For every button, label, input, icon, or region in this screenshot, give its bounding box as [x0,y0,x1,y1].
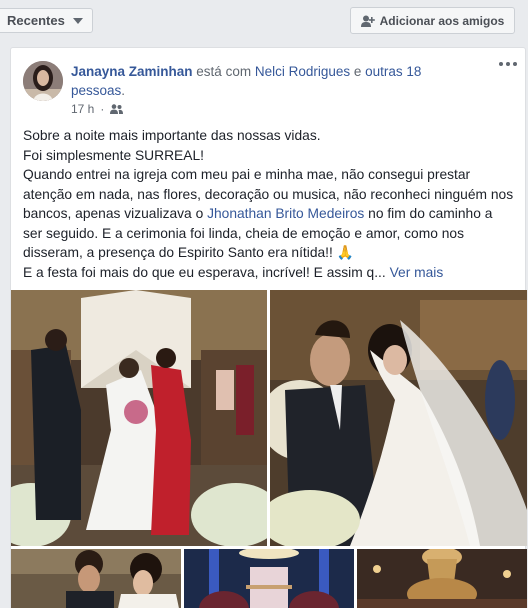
with-text: está com [192,64,255,79]
chevron-down-icon [72,17,83,24]
meta-separator: · [100,102,105,116]
post-photo[interactable] [270,290,527,546]
author-name-link[interactable]: Janayna Zaminhan [71,64,193,79]
feed-post: Janayna Zaminhan está com Nelci Rodrigue… [10,47,527,608]
feed-sort-label: Recentes [7,13,65,28]
feed-sort-dropdown[interactable]: Recentes [0,8,93,33]
avatar[interactable] [23,61,63,101]
tagged-friend-link[interactable]: Nelci Rodrigues [255,64,350,79]
post-photo[interactable] [184,549,354,608]
feed-toolbar: Recentes Adicionar aos amigos [0,0,528,44]
post-photo[interactable] [357,549,527,608]
post-photo[interactable] [11,549,181,608]
post-line: Sobre a noite mais importante das nossas… [23,128,321,143]
see-more-link[interactable]: Ver mais [390,265,444,280]
post-text: Sobre a noite mais importante das nossas… [23,126,515,282]
post-paragraph: Quando entrei na igreja com meu pai e mi… [23,165,515,263]
header-period: . [121,83,126,98]
post-line: Foi simplesmente SURREAL! [23,147,204,163]
add-friend-icon [360,15,375,27]
mention-link[interactable]: Jhonathan Brito Medeiros [207,206,364,221]
post-photo[interactable] [11,290,267,546]
post-timestamp[interactable]: 17 h [71,102,94,116]
post-header: Janayna Zaminhan está com Nelci Rodrigue… [71,62,466,100]
post-line: E a festa foi mais do que eu esperava, i… [23,263,515,283]
add-friend-label: Adicionar aos amigos [379,13,505,28]
add-friend-button[interactable]: Adicionar aos amigos [350,7,515,34]
post-meta: 17 h · [71,102,124,116]
post-text-segment: E a festa foi mais do que eu esperava, i… [23,264,386,280]
friends-icon[interactable] [110,104,124,114]
and-text: e [350,64,366,79]
more-options-icon[interactable] [499,62,517,66]
